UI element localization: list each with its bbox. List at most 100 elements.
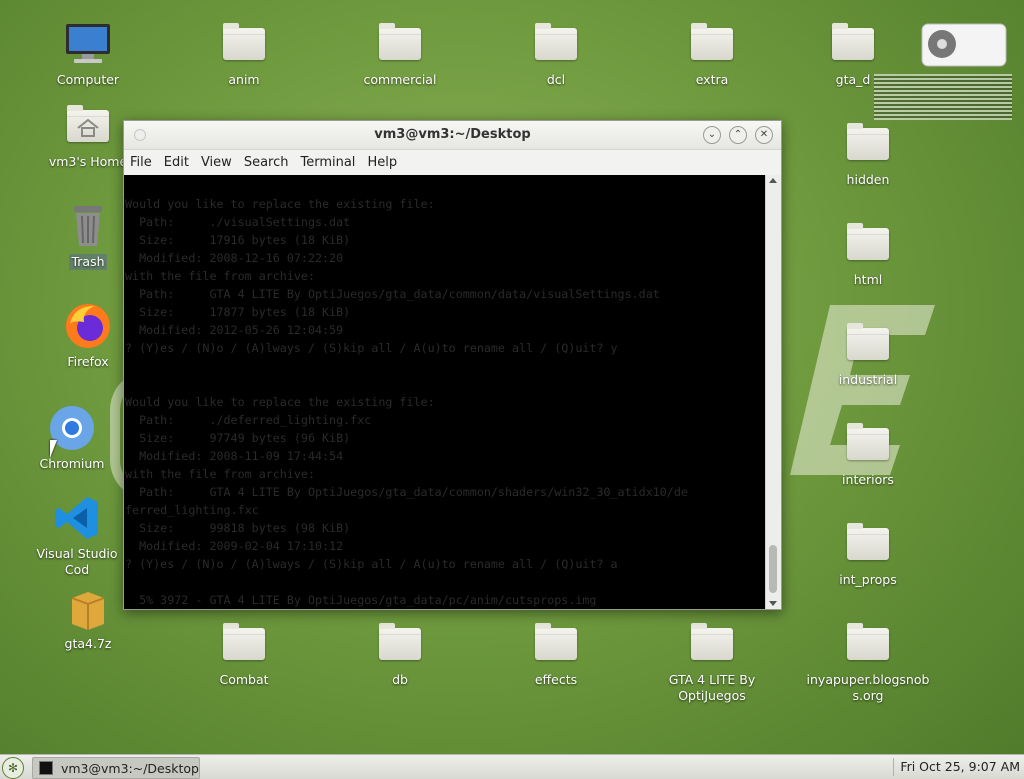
- close-button[interactable]: ✕: [755, 126, 773, 144]
- vscode-icon: [53, 494, 101, 542]
- desktop-icon-label: gta_d: [835, 72, 871, 87]
- terminal-line: Path: GTA 4 LITE By OptiJuegos/gta_data/…: [125, 287, 660, 301]
- terminal-line: Modified: 2009-02-04 17:10:12: [125, 539, 344, 553]
- terminal-line: Modified: 2008-12-16 07:22:20: [125, 251, 344, 265]
- taskbar-item-label: vm3@vm3:~/Desktop: [60, 760, 199, 776]
- terminal-output[interactable]: Would you like to replace the existing f…: [124, 175, 766, 609]
- desktop-folder-combat[interactable]: Combat: [194, 620, 294, 688]
- desktop-icon-label: commercial: [363, 72, 437, 87]
- scroll-up-icon[interactable]: [769, 178, 777, 183]
- terminal-line: Size: 17877 bytes (18 KiB): [125, 305, 351, 319]
- menu-view[interactable]: View: [201, 155, 232, 170]
- home-folder-icon: [64, 102, 112, 150]
- desktop-icon-chromium[interactable]: Chromium: [22, 404, 122, 472]
- desktop-folder-commercial[interactable]: commercial: [350, 20, 450, 88]
- window-title: vm3@vm3:~/Desktop: [374, 127, 531, 142]
- desktop-folder-industrial[interactable]: industrial: [818, 320, 918, 388]
- desktop-folder-effects[interactable]: effects: [506, 620, 606, 688]
- folder-icon: [376, 20, 424, 68]
- drive-icon: [920, 22, 1008, 68]
- folder-icon: [688, 20, 736, 68]
- desktop-folder-dcl[interactable]: dcl: [506, 20, 606, 88]
- scroll-thumb[interactable]: [769, 545, 777, 593]
- terminal-text: Would you like to replace the existing f…: [124, 175, 766, 609]
- desktop-folder-int-props[interactable]: int_props: [818, 520, 918, 588]
- desktop-folder-extra[interactable]: extra: [662, 20, 762, 88]
- computer-icon: [64, 20, 112, 68]
- menu-search[interactable]: Search: [244, 155, 289, 170]
- minimize-button[interactable]: ⌄: [703, 126, 721, 144]
- desktop-icon-label: interiors: [842, 472, 894, 487]
- window-titlebar[interactable]: vm3@vm3:~/Desktop ⌄ ⌃ ✕: [124, 121, 781, 150]
- desktop-icon-label: gta4.7z: [64, 636, 112, 651]
- maximize-button[interactable]: ⌃: [729, 126, 747, 144]
- terminal-window[interactable]: vm3@vm3:~/Desktop ⌄ ⌃ ✕ File Edit View S…: [123, 120, 782, 610]
- trash-icon: [64, 202, 112, 250]
- terminal-menubar: File Edit View Search Terminal Help: [124, 150, 781, 175]
- desktop-icon-label: Combat: [219, 672, 269, 687]
- terminal-icon: [39, 761, 53, 775]
- taskbar: ✻ vm3@vm3:~/Desktop Fri Oct 25, 9:07 AM: [0, 754, 1024, 779]
- scroll-down-icon[interactable]: [769, 601, 777, 606]
- desktop-icon-label: vm3's Home: [48, 154, 128, 169]
- terminal-line: Size: 17916 bytes (18 KiB): [125, 233, 351, 247]
- terminal-line: ? (Y)es / (N)o / (A)lways / (S)kip all /…: [125, 341, 618, 355]
- desktop-icon-label: Chromium: [39, 456, 105, 471]
- folder-icon: [844, 120, 892, 168]
- folder-icon: [829, 20, 877, 68]
- menu-terminal[interactable]: Terminal: [300, 155, 355, 170]
- desktop-icon-label: anim: [228, 72, 260, 87]
- desktop-icon-computer[interactable]: Computer: [38, 20, 138, 88]
- desktop-folder-db[interactable]: db: [350, 620, 450, 688]
- terminal-line: Would you like to replace the existing f…: [125, 197, 435, 211]
- terminal-line: Modified: 2012-05-26 12:04:59: [125, 323, 344, 337]
- terminal-line: ferred_lighting.fxc: [125, 503, 259, 517]
- terminal-scrollbar[interactable]: [765, 175, 781, 609]
- desktop-folder-gta4-lite[interactable]: GTA 4 LITE By OptiJuegos: [662, 620, 762, 704]
- folder-icon: [844, 420, 892, 468]
- folder-icon: [844, 220, 892, 268]
- folder-icon: [220, 20, 268, 68]
- menu-file[interactable]: File: [130, 155, 152, 170]
- desktop-folder-interiors[interactable]: interiors: [818, 420, 918, 488]
- desktop-icon-drive[interactable]: [918, 22, 1010, 72]
- desktop-icon-label: int_props: [839, 572, 897, 587]
- desktop-icon-label: extra: [695, 72, 729, 87]
- desktop-folder-anim[interactable]: anim: [194, 20, 294, 88]
- folder-icon: [688, 620, 736, 668]
- garbled-label-overlay: [874, 74, 1012, 120]
- desktop-icon-label: effects: [534, 672, 578, 687]
- folder-icon: [844, 320, 892, 368]
- mouse-pointer-icon: [50, 440, 57, 458]
- desktop-folder-hidden[interactable]: hidden: [818, 120, 918, 188]
- folder-icon: [844, 520, 892, 568]
- desktop-icon-label: industrial: [838, 372, 898, 387]
- desktop-icon-vscode[interactable]: Visual Studio Cod: [22, 494, 132, 578]
- desktop-icon-label: inyapuper.blogsnobs.org: [806, 672, 930, 703]
- desktop-folder-inyapuper[interactable]: inyapuper.blogsnobs.org: [800, 620, 936, 704]
- folder-icon: [844, 620, 892, 668]
- terminal-line: Size: 99818 bytes (98 KiB): [125, 521, 351, 535]
- desktop-icon-label: hidden: [846, 172, 890, 187]
- desktop-icon-label: Trash: [69, 254, 107, 270]
- desktop-folder-html[interactable]: html: [818, 220, 918, 288]
- terminal-line: Modified: 2008-11-09 17:44:54: [125, 449, 344, 463]
- desktop-icon-label: db: [392, 672, 408, 687]
- taskbar-item-terminal[interactable]: vm3@vm3:~/Desktop: [32, 757, 200, 779]
- desktop-icon-label: Computer: [56, 72, 120, 87]
- menu-help[interactable]: Help: [367, 155, 397, 170]
- terminal-line: 5% 3972 - GTA 4 LITE By OptiJuegos/gta_d…: [125, 593, 597, 607]
- terminal-line: Path: ./visualSettings.dat: [125, 215, 351, 229]
- start-menu-button[interactable]: ✻: [2, 757, 24, 779]
- menu-edit[interactable]: Edit: [164, 155, 189, 170]
- terminal-line: with the file from archive:: [125, 269, 315, 283]
- desktop-icon-label: dcl: [546, 72, 566, 87]
- folder-icon: [376, 620, 424, 668]
- terminal-line: Size: 97749 bytes (96 KiB): [125, 431, 351, 445]
- folder-icon: [220, 620, 268, 668]
- clock[interactable]: Fri Oct 25, 9:07 AM: [900, 759, 1020, 774]
- desktop-icon-label: Firefox: [67, 354, 109, 369]
- desktop-icon-label: html: [853, 272, 883, 287]
